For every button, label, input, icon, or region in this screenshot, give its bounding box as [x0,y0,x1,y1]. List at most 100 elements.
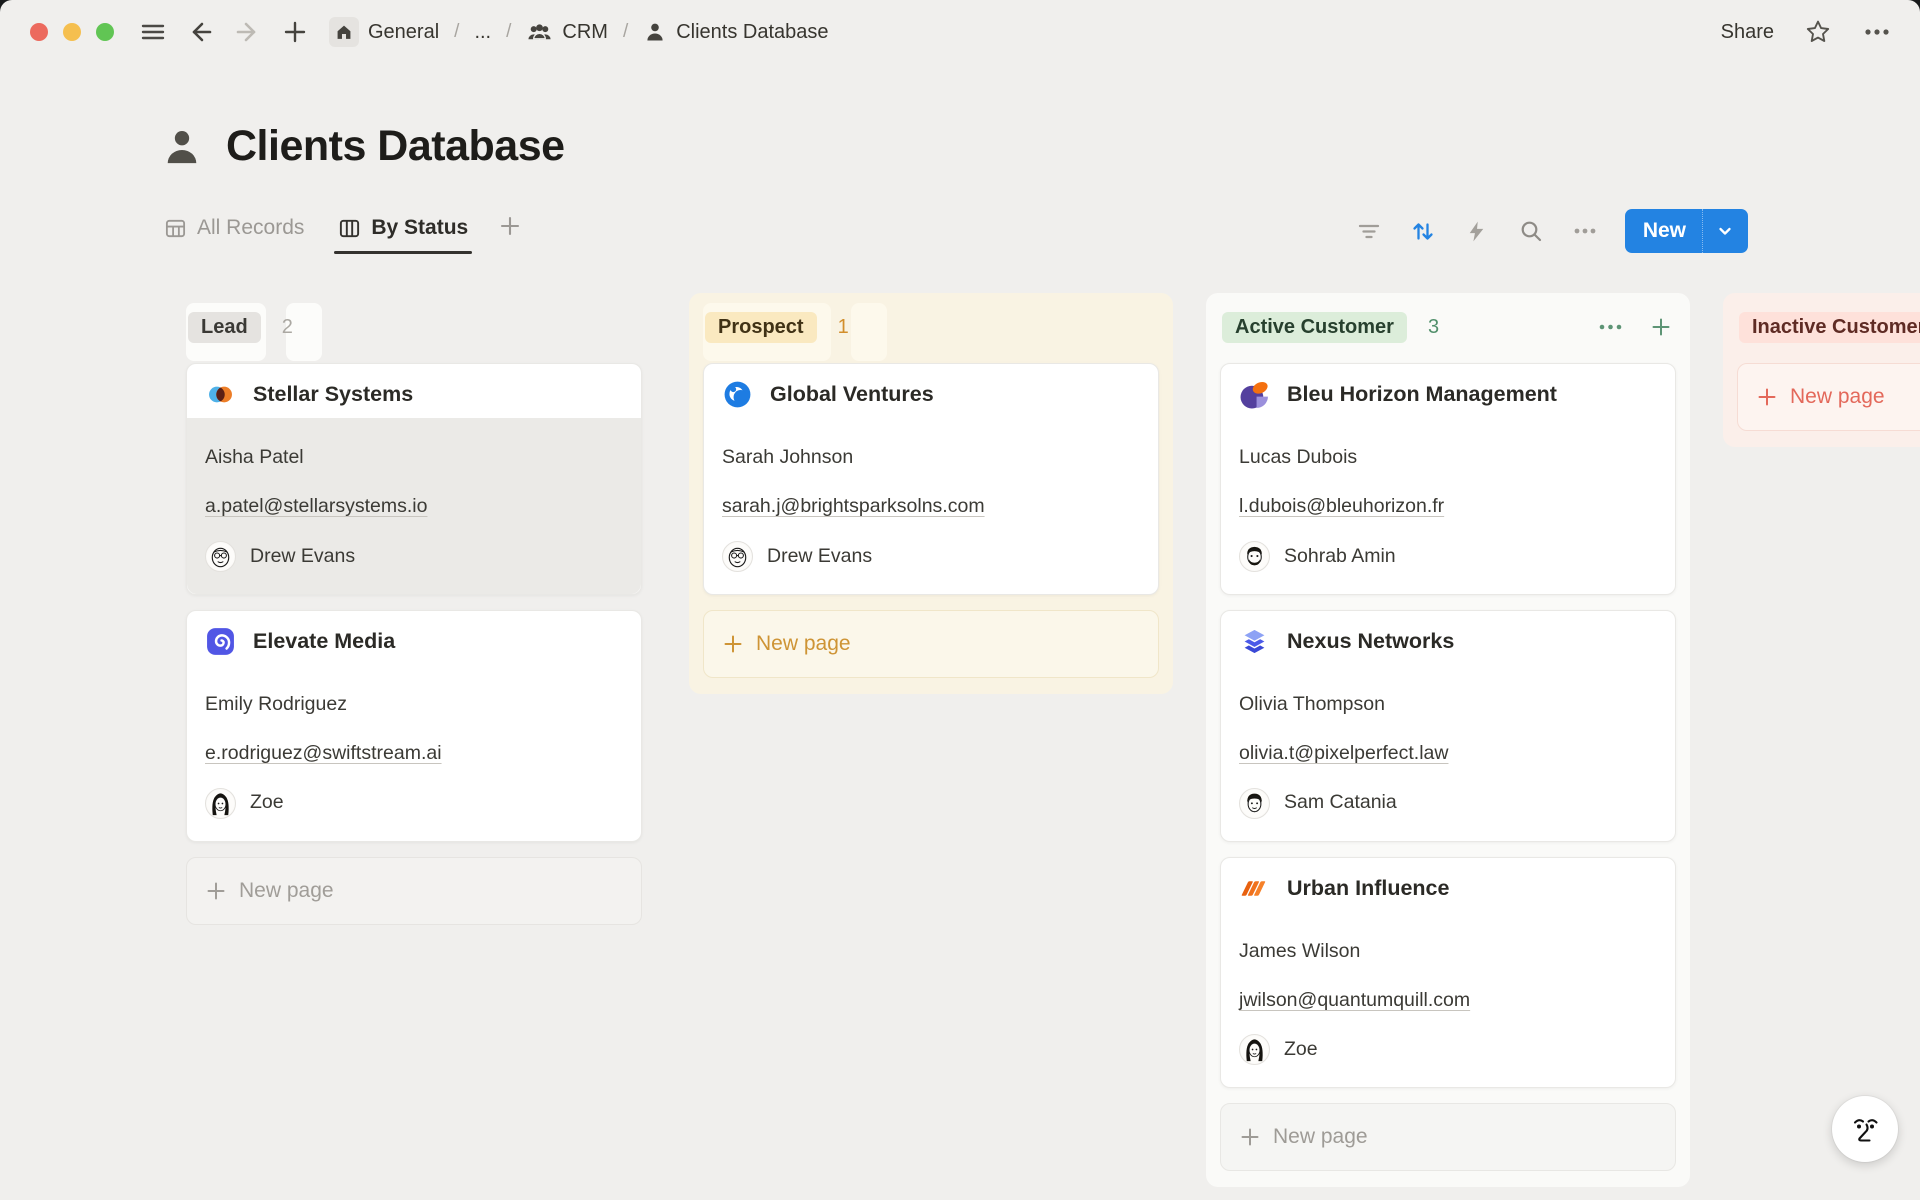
plus-icon [205,880,227,902]
new-page-button-lead[interactable]: New page [186,857,642,925]
client-card-nexus-networks[interactable]: Nexus Networks Olivia Thompson olivia.t@… [1220,610,1676,842]
card-owner: Sam Catania [1239,788,1657,819]
company-logo-urban [1239,873,1270,904]
minimize-window-button[interactable] [63,23,81,41]
card-company-name: Urban Influence [1287,876,1449,901]
card-email[interactable]: sarah.j@brightsparksolns.com [722,495,1140,518]
card-company-name: Stellar Systems [253,382,413,407]
tab-label: All Records [197,216,304,240]
breadcrumb-item-clients-database[interactable]: Clients Database [638,17,833,47]
breadcrumb-label: General [368,21,439,44]
board-column-inactive-customer: Inactive Customer New page [1723,293,1920,447]
breadcrumb-item-general[interactable]: General [324,14,444,50]
avatar-zoe [205,788,236,819]
breadcrumb-item-ellipsis[interactable]: ... [469,18,496,47]
card-email[interactable]: e.rodriguez@swiftstream.ai [205,742,623,765]
breadcrumb-item-crm[interactable]: CRM [521,17,613,47]
zoom-window-button[interactable] [96,23,114,41]
sort-icon[interactable] [1403,211,1443,251]
client-card-bleu-horizon-management[interactable]: Bleu Horizon Management Lucas Dubois l.d… [1220,363,1676,595]
new-tab-plus-icon[interactable] [282,19,308,45]
search-icon[interactable] [1511,211,1551,251]
new-button-label[interactable]: New [1625,209,1702,253]
avatar-zoe [1239,1034,1270,1065]
page-title: Clients Database [226,122,565,171]
column-status-chip-lead[interactable]: Lead [188,312,261,343]
home-icon [329,17,359,47]
client-card-global-ventures[interactable]: Global Ventures Sarah Johnson sarah.j@br… [703,363,1159,595]
card-contact-name: Olivia Thompson [1239,693,1657,716]
card-email[interactable]: olivia.t@pixelperfect.law [1239,742,1657,765]
forward-icon[interactable] [234,18,262,46]
view-tabs-bar: All Records By Status [0,209,1920,261]
column-header: Lead 2 [186,307,642,347]
table-icon [164,217,187,240]
new-page-button-inactive-customer[interactable]: New page [1737,363,1920,431]
avatar-sam [1239,788,1270,819]
client-card-stellar-systems[interactable]: Stellar Systems Aisha Patel a.patel@stel… [186,363,642,595]
people-icon [526,20,553,44]
card-contact-name: Lucas Dubois [1239,446,1657,469]
client-card-elevate-media[interactable]: Elevate Media Emily Rodriguez e.rodrigue… [186,610,642,842]
notion-ai-button[interactable] [1832,1096,1898,1162]
column-header: Prospect1 [703,307,1159,347]
client-card-urban-influence[interactable]: Urban Influence James Wilson jwilson@qua… [1220,857,1676,1089]
favorite-star-icon[interactable] [1804,18,1832,46]
breadcrumb-separator: / [506,21,511,43]
card-email[interactable]: a.patel@stellarsystems.io [205,495,623,518]
tab-all-records[interactable]: All Records [160,216,308,254]
board-column-active-customer: Active Customer3 Bleu Horizon Management… [1206,293,1690,1187]
card-contact-name: Emily Rodriguez [205,693,623,716]
card-company-name: Elevate Media [253,629,395,654]
traffic-lights [30,23,114,41]
column-status-chip-inactive-customer[interactable]: Inactive Customer [1739,312,1920,343]
new-page-label: New page [1790,385,1885,409]
card-email[interactable]: jwilson@quantumquill.com [1239,989,1657,1012]
automation-lightning-icon[interactable] [1457,211,1497,251]
filter-icon[interactable] [1349,211,1389,251]
column-status-chip-active-customer[interactable]: Active Customer [1222,312,1407,343]
board-column-prospect: Prospect1 Global Ventures Sarah Johnson … [689,293,1173,694]
tab-label: By Status [371,216,468,240]
column-status-chip-prospect[interactable]: Prospect [705,312,817,343]
new-page-label: New page [1273,1125,1368,1149]
card-company-name: Nexus Networks [1287,629,1454,654]
new-page-button-active-customer[interactable]: New page [1220,1103,1676,1171]
page-icon-person[interactable] [160,125,204,169]
column-more-icon[interactable] [1595,314,1626,340]
sidebar-menu-icon[interactable] [140,19,166,45]
column-card-count: 2 [282,316,293,339]
card-owner-name: Zoe [1284,1038,1318,1061]
card-owner-name: Drew Evans [250,545,355,568]
person-icon [643,20,667,44]
page-header: Clients Database [0,122,1920,171]
card-owner: Zoe [1239,1034,1657,1065]
tab-by-status[interactable]: By Status [334,216,472,254]
company-logo-elevate [205,626,236,657]
new-page-label: New page [756,632,851,656]
column-add-card-icon[interactable] [1648,314,1674,340]
back-icon[interactable] [186,18,214,46]
card-contact-name: James Wilson [1239,940,1657,963]
share-button[interactable]: Share [1721,21,1774,44]
card-company-name: Bleu Horizon Management [1287,382,1557,407]
card-email[interactable]: l.dubois@bleuhorizon.fr [1239,495,1657,518]
close-window-button[interactable] [30,23,48,41]
new-page-button-prospect[interactable]: New page [703,610,1159,678]
app-window: General / ... / CRM / Clients Database S… [0,0,1920,1200]
view-more-icon[interactable] [1565,211,1605,251]
window-titlebar: General / ... / CRM / Clients Database S… [0,0,1920,64]
add-view-button[interactable] [498,214,522,257]
card-owner: Drew Evans [722,541,1140,572]
breadcrumb-label: Clients Database [676,21,828,44]
more-options-icon[interactable] [1862,18,1892,46]
breadcrumb-label: CRM [562,21,608,44]
breadcrumb-separator: / [623,21,628,43]
new-button-chevron-down-icon[interactable] [1702,209,1748,253]
plus-icon [722,633,744,655]
breadcrumb: General / ... / CRM / Clients Database [324,14,834,50]
card-owner-name: Drew Evans [767,545,872,568]
new-page-label: New page [239,879,334,903]
new-record-button[interactable]: New [1625,209,1748,253]
column-header: Inactive Customer [1737,307,1920,347]
